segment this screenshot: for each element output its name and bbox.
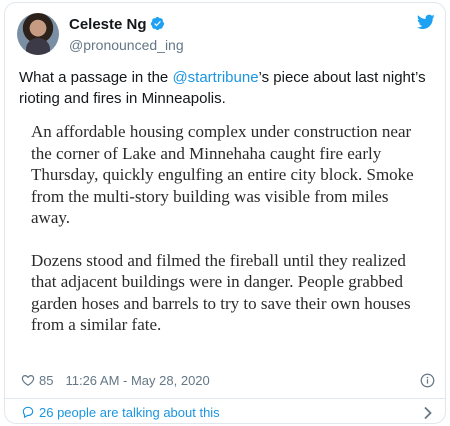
talking-about-label[interactable]: 26 people are talking about this	[39, 405, 220, 420]
author-display-name[interactable]: Celeste Ng	[69, 16, 147, 33]
quoted-passage-image[interactable]: An affordable housing complex under cons…	[31, 121, 431, 357]
author-handle[interactable]: @pronounced_ing	[69, 36, 184, 54]
chevron-right-icon[interactable]	[423, 406, 433, 420]
verified-icon	[150, 16, 164, 31]
mention-link[interactable]: @startribune	[172, 69, 258, 86]
tweet-text-before: What a passage in the	[19, 69, 173, 86]
tweet-meta: 85 11:26 AM - May 28, 2020	[21, 372, 437, 390]
author-info[interactable]: Celeste Ng @pronounced_ing	[69, 16, 184, 54]
quote-paragraph: An affordable housing complex under cons…	[31, 122, 414, 227]
quote-paragraph: Dozens stood and filmed the fireball unt…	[31, 250, 411, 335]
divider	[5, 398, 445, 399]
comment-icon	[22, 406, 34, 418]
tweet-timestamp[interactable]: 11:26 AM - May 28, 2020	[65, 373, 209, 388]
tweet-header: Celeste Ng @pronounced_ing	[17, 13, 435, 57]
heart-icon[interactable]	[21, 373, 35, 387]
info-icon[interactable]	[420, 373, 435, 388]
avatar[interactable]	[17, 13, 59, 55]
conversation-link[interactable]: 26 people are talking about this	[21, 404, 437, 422]
twitter-logo-icon[interactable]	[417, 14, 435, 30]
tweet-card[interactable]: Celeste Ng @pronounced_ing What a passag…	[4, 2, 446, 424]
like-count[interactable]: 85	[39, 373, 53, 388]
tweet-text: What a passage in the @startribune’s pie…	[19, 67, 429, 109]
